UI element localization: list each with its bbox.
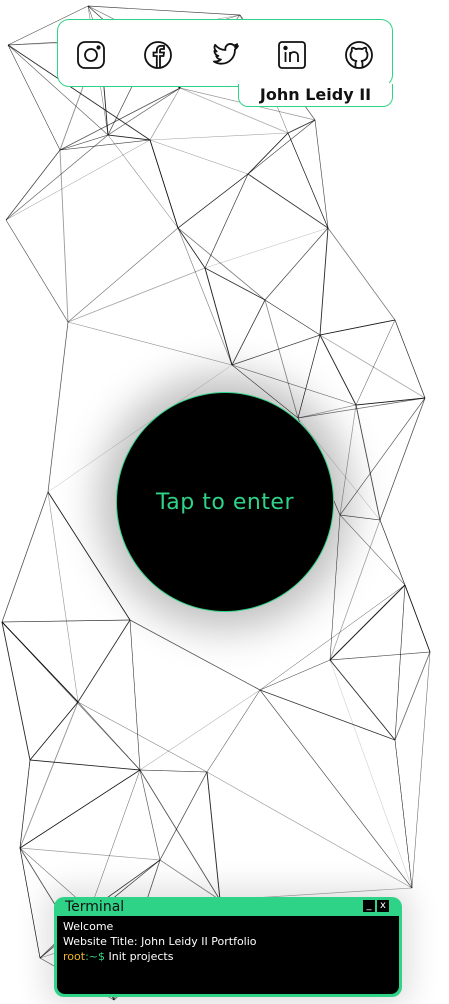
network-edge [394, 584, 406, 741]
network-edge [394, 319, 426, 399]
network-edge [67, 227, 179, 323]
terminal-minimize-button[interactable]: _ [363, 900, 375, 912]
network-edge [87, 5, 241, 16]
network-edge [7, 44, 61, 151]
network-edge [329, 584, 406, 661]
network-edge [247, 173, 329, 229]
terminal-prompt-line[interactable]: root:~$ Init projects [63, 949, 393, 964]
network-edge [355, 319, 396, 406]
twitter-icon[interactable] [209, 39, 241, 71]
network-edge [19, 847, 161, 861]
network-edge [5, 134, 109, 221]
network-edge [259, 689, 413, 889]
network-edge [329, 659, 413, 889]
tap-to-enter-button[interactable]: Tap to enter [116, 392, 334, 612]
network-edge [297, 397, 426, 419]
network-edge [204, 173, 249, 269]
terminal-window: Terminal _ x Welcome Website Title: John… [54, 897, 402, 997]
network-edge [206, 689, 261, 773]
network-edge [5, 149, 61, 221]
network-edge [59, 149, 69, 323]
network-edge [264, 227, 329, 301]
network-edge [19, 701, 79, 849]
network-edge [159, 771, 208, 861]
network-edge [29, 759, 141, 771]
network-edge [1, 621, 79, 703]
social-links-bar [57, 19, 393, 87]
network-edge [339, 404, 357, 516]
terminal-output: Welcome Website Title: John Leidy II Por… [57, 916, 399, 994]
network-edge [107, 134, 179, 229]
network-edge [139, 769, 208, 773]
terminal-title: Terminal [65, 899, 125, 915]
network-edge [177, 173, 249, 229]
network-edge [319, 227, 329, 336]
network-edge [206, 771, 413, 889]
network-edge [29, 701, 79, 761]
network-edge [67, 267, 206, 323]
network-edge [319, 319, 396, 336]
network-edge [19, 769, 141, 849]
network-edge [89, 769, 141, 911]
terminal-line-title: Website Title: John Leidy II Portfolio [63, 935, 257, 948]
network-edge [327, 227, 396, 321]
network-edge [206, 771, 221, 901]
network-edge [394, 651, 431, 741]
network-edge [339, 514, 406, 586]
network-edge [1, 491, 49, 623]
network-edge [139, 769, 221, 901]
network-edge [339, 514, 381, 521]
network-edge [247, 132, 289, 175]
network-edge [329, 651, 431, 661]
prompt-path: :~$ [85, 950, 105, 963]
network-edge [129, 619, 261, 691]
network-edge [297, 404, 357, 419]
prompt-user: root [63, 950, 86, 963]
linkedin-icon[interactable] [276, 39, 308, 71]
network-edge [355, 397, 426, 406]
network-edge [329, 519, 381, 661]
network-edge [259, 584, 406, 691]
instagram-icon[interactable] [75, 39, 107, 71]
network-edge [1, 621, 31, 761]
terminal-line-welcome: Welcome [63, 920, 114, 933]
network-edge [379, 397, 426, 521]
network-edge [297, 334, 321, 419]
network-edge [149, 139, 249, 175]
network-edge [204, 267, 266, 301]
network-edge [355, 404, 381, 521]
network-edge [394, 739, 413, 889]
network-edge [77, 619, 131, 703]
enter-label: Tap to enter [156, 489, 294, 515]
github-icon[interactable] [343, 39, 375, 71]
prompt-command: Init projects [108, 950, 174, 963]
network-edge [139, 769, 161, 861]
network-edge [5, 219, 69, 323]
network-edge [5, 139, 151, 221]
network-edge [139, 689, 261, 771]
network-edge [411, 651, 431, 889]
network-edge [329, 514, 341, 661]
network-edge [204, 267, 233, 366]
network-edge [204, 227, 329, 269]
facebook-icon[interactable] [142, 39, 174, 71]
terminal-close-button[interactable]: x [377, 900, 389, 912]
network-edge [77, 701, 141, 771]
network-edge [159, 859, 221, 901]
network-edge [67, 321, 233, 366]
network-edge [149, 132, 289, 141]
network-edge [379, 519, 406, 586]
network-edge [177, 227, 233, 366]
network-edge [247, 119, 316, 175]
network-edge [59, 139, 151, 151]
network-edge [107, 87, 181, 136]
network-edge [129, 619, 141, 771]
network-edge [177, 227, 266, 301]
site-owner-name: John Leidy II [238, 84, 393, 107]
network-edge [339, 397, 426, 516]
network-edge [47, 321, 69, 493]
network-edge [149, 139, 179, 229]
network-edge [77, 701, 208, 773]
network-edge [47, 491, 79, 703]
